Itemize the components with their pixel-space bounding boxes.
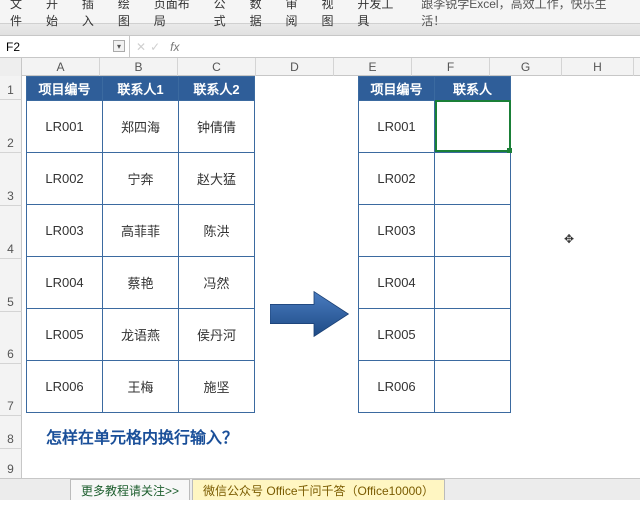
- menu-bar: 文件 开始 插入 绘图 页面布局 公式 数据 审阅 视图 开发工具 跟李锐学Ex…: [0, 0, 640, 24]
- formula-input[interactable]: [191, 36, 640, 57]
- menu-layout[interactable]: 页面布局: [148, 0, 208, 29]
- col-header-F[interactable]: F: [412, 58, 490, 76]
- cell[interactable]: [435, 205, 511, 257]
- col-header-H[interactable]: H: [562, 58, 634, 76]
- column-headers: A B C D E F G H: [0, 58, 640, 76]
- sheet-tab-1[interactable]: 更多教程请关注>>: [70, 479, 190, 501]
- select-all-corner[interactable]: [0, 58, 22, 76]
- tagline: 跟李锐学Excel，高效工作，快乐生活！: [415, 0, 636, 29]
- cell[interactable]: LR006: [359, 361, 435, 413]
- t1-h2: 联系人2: [179, 77, 255, 101]
- col-header-C[interactable]: C: [178, 58, 256, 76]
- menu-formulas[interactable]: 公式: [208, 0, 244, 29]
- t2-h0: 项目编号: [359, 77, 435, 101]
- menu-data[interactable]: 数据: [244, 0, 280, 29]
- col-header-B[interactable]: B: [100, 58, 178, 76]
- name-box[interactable]: F2 ▾: [0, 36, 130, 57]
- cell[interactable]: 蔡艳: [103, 257, 179, 309]
- caption-text: 怎样在单元格内换行输入？: [46, 424, 238, 448]
- cell[interactable]: LR002: [27, 153, 103, 205]
- t2-h1: 联系人: [435, 77, 511, 101]
- arrow-right-icon: [270, 286, 350, 342]
- source-table: 项目编号 联系人1 联系人2 LR001郑四海钟倩倩 LR002宁奔赵大猛 LR…: [26, 76, 255, 413]
- menu-review[interactable]: 审阅: [280, 0, 316, 29]
- menu-dev[interactable]: 开发工具: [351, 0, 411, 29]
- menu-draw[interactable]: 绘图: [112, 0, 148, 29]
- fx-group: ✕ ✓ fx: [130, 36, 191, 57]
- cell[interactable]: 冯然: [179, 257, 255, 309]
- cell[interactable]: 王梅: [103, 361, 179, 413]
- col-header-D[interactable]: D: [256, 58, 334, 76]
- row-header-8[interactable]: 8: [0, 416, 22, 449]
- t1-h1: 联系人1: [103, 77, 179, 101]
- row-header-5[interactable]: 5: [0, 259, 22, 312]
- fx-icon[interactable]: fx: [170, 40, 179, 54]
- row-header-9[interactable]: 9: [0, 449, 22, 479]
- cell[interactable]: 陈洪: [179, 205, 255, 257]
- row-headers: 1 2 3 4 5 6 7 8 9 10: [0, 76, 22, 500]
- cell[interactable]: [435, 257, 511, 309]
- menu-home[interactable]: 开始: [40, 0, 76, 29]
- cell[interactable]: LR004: [359, 257, 435, 309]
- row-header-7[interactable]: 7: [0, 364, 22, 416]
- name-box-value: F2: [6, 40, 20, 54]
- target-table: 项目编号 联系人 LR001 LR002 LR003 LR004 LR005 L…: [358, 76, 511, 413]
- col-header-E[interactable]: E: [334, 58, 412, 76]
- cell[interactable]: [435, 101, 511, 153]
- menu-view[interactable]: 视图: [315, 0, 351, 29]
- btn-cancel-icon[interactable]: ✕: [136, 40, 146, 54]
- cell[interactable]: LR003: [359, 205, 435, 257]
- cursor-move-icon: ✥: [564, 232, 574, 246]
- cell[interactable]: 宁奔: [103, 153, 179, 205]
- cell[interactable]: 龙语燕: [103, 309, 179, 361]
- cell[interactable]: [435, 361, 511, 413]
- cell[interactable]: 高菲菲: [103, 205, 179, 257]
- row-header-2[interactable]: 2: [0, 100, 22, 153]
- cell[interactable]: 郑四海: [103, 101, 179, 153]
- cell[interactable]: LR002: [359, 153, 435, 205]
- col-header-A[interactable]: A: [22, 58, 100, 76]
- cell[interactable]: [435, 309, 511, 361]
- btn-accept-icon[interactable]: ✓: [150, 40, 160, 54]
- cell[interactable]: LR001: [359, 101, 435, 153]
- t1-h0: 项目编号: [27, 77, 103, 101]
- row-header-1[interactable]: 1: [0, 76, 22, 100]
- menu-file[interactable]: 文件: [4, 0, 40, 29]
- formula-bar: F2 ▾ ✕ ✓ fx: [0, 36, 640, 58]
- name-box-dropdown-icon[interactable]: ▾: [113, 40, 125, 52]
- cell[interactable]: LR005: [359, 309, 435, 361]
- cell[interactable]: LR005: [27, 309, 103, 361]
- cell[interactable]: [435, 153, 511, 205]
- cell[interactable]: 侯丹河: [179, 309, 255, 361]
- row-header-6[interactable]: 6: [0, 312, 22, 364]
- menu-insert[interactable]: 插入: [76, 0, 112, 29]
- cell[interactable]: LR001: [27, 101, 103, 153]
- col-header-G[interactable]: G: [490, 58, 562, 76]
- cell[interactable]: 施坚: [179, 361, 255, 413]
- cell[interactable]: 赵大猛: [179, 153, 255, 205]
- cell[interactable]: LR004: [27, 257, 103, 309]
- row-header-3[interactable]: 3: [0, 153, 22, 206]
- row-header-4[interactable]: 4: [0, 206, 22, 259]
- cell[interactable]: LR003: [27, 205, 103, 257]
- sheet-tabs: 更多教程请关注>> 微信公众号 Office千问千答（Office10000）: [0, 478, 640, 500]
- grid-area: A B C D E F G H 1 2 3 4 5 6 7 8 9 10 项目编…: [0, 58, 640, 500]
- cell[interactable]: 钟倩倩: [179, 101, 255, 153]
- cell[interactable]: LR006: [27, 361, 103, 413]
- cells-canvas[interactable]: 项目编号 联系人1 联系人2 LR001郑四海钟倩倩 LR002宁奔赵大猛 LR…: [22, 76, 640, 500]
- sheet-tab-2[interactable]: 微信公众号 Office千问千答（Office10000）: [192, 479, 445, 501]
